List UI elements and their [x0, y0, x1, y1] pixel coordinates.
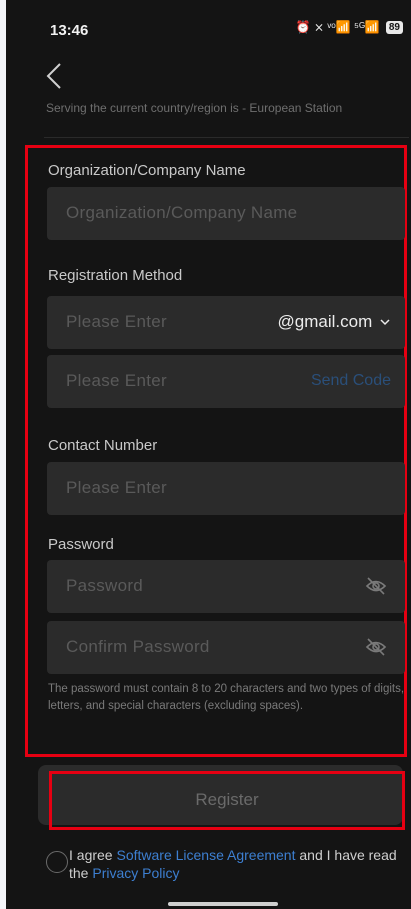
battery-icon: 89 — [385, 20, 403, 34]
eye-off-icon[interactable] — [365, 576, 387, 596]
status-icons: ⏰ ⨯ ᵛᵒ📶 ⁵ᴳ📶 89 — [296, 20, 403, 34]
server-region-note: Serving the current country/region is - … — [46, 101, 343, 115]
code-placeholder: Please Enter — [66, 371, 167, 390]
status-time: 13:46 — [50, 22, 89, 39]
phone-screen: 13:46 ⏰ ⨯ ᵛᵒ📶 ⁵ᴳ📶 89 Serving the current… — [6, 0, 411, 909]
password-input[interactable]: Password — [47, 560, 405, 613]
confirm-password-placeholder: Confirm Password — [66, 637, 210, 656]
verification-code-input[interactable]: Please Enter Send Code — [47, 355, 405, 408]
password-placeholder: Password — [66, 576, 144, 595]
home-indicator[interactable] — [168, 902, 278, 906]
send-code-button[interactable]: Send Code — [311, 372, 391, 390]
org-name-input[interactable]: Organization/Company Name — [47, 187, 405, 240]
contact-number-label: Contact Number — [48, 437, 158, 454]
email-domain-value: @gmail.com — [277, 312, 373, 331]
software-license-link[interactable]: Software License Agreement — [116, 847, 295, 863]
divider — [44, 137, 409, 138]
email-input[interactable]: Please Enter @gmail.com — [47, 296, 405, 349]
email-domain-select[interactable]: @gmail.com — [278, 312, 391, 332]
contact-number-placeholder: Please Enter — [66, 478, 167, 497]
eye-off-icon[interactable] — [365, 637, 387, 657]
back-button[interactable] — [42, 60, 68, 92]
email-placeholder: Please Enter — [66, 312, 167, 331]
confirm-password-input[interactable]: Confirm Password — [47, 621, 405, 674]
chevron-left-icon — [46, 63, 61, 89]
chevron-down-icon — [380, 319, 390, 326]
password-label: Password — [48, 536, 114, 553]
registration-method-label: Registration Method — [48, 267, 183, 284]
password-hint: The password must contain 8 to 20 charac… — [48, 683, 405, 712]
agreement-text: I agree Software License Agreement and I… — [69, 846, 399, 882]
contact-number-input[interactable]: Please Enter — [47, 462, 405, 515]
org-label: Organization/Company Name — [48, 162, 246, 179]
signal-icons: ⏰ ⨯ ᵛᵒ📶 ⁵ᴳ📶 — [295, 20, 380, 34]
agreement-checkbox[interactable] — [46, 851, 68, 873]
org-name-placeholder: Organization/Company Name — [66, 203, 298, 222]
privacy-policy-link[interactable]: Privacy Policy — [92, 865, 179, 881]
status-bar: 13:46 ⏰ ⨯ ᵛᵒ📶 ⁵ᴳ📶 89 — [6, 0, 411, 58]
register-highlight-box — [49, 771, 405, 830]
agreement-prefix: I agree — [69, 847, 117, 863]
